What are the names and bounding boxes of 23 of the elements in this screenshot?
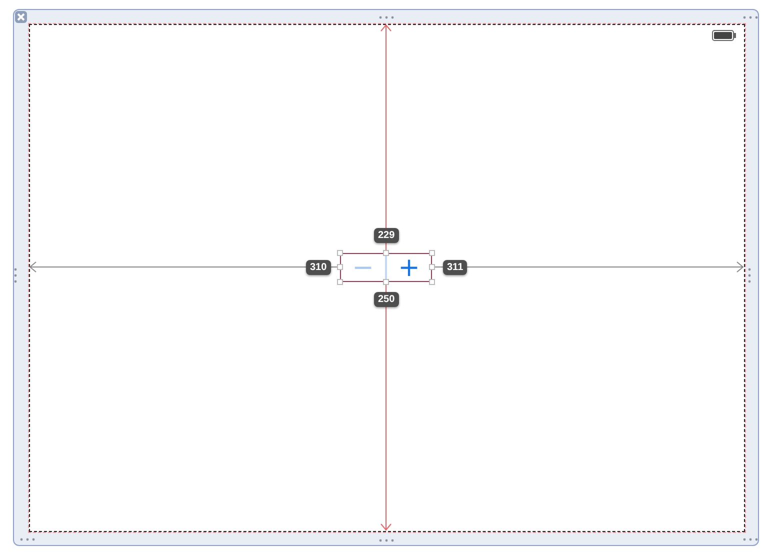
grip-icon[interactable] (14, 268, 17, 283)
battery-icon (712, 30, 736, 41)
resize-handle[interactable] (337, 264, 343, 270)
grip-icon[interactable] (743, 538, 758, 541)
grip-icon[interactable] (20, 538, 35, 541)
resize-handle[interactable] (383, 250, 389, 256)
grip-icon[interactable] (748, 268, 751, 283)
close-icon[interactable] (15, 11, 27, 23)
dimension-label: 310 (306, 260, 331, 275)
resize-handle[interactable] (429, 250, 435, 256)
grip-icon[interactable] (379, 16, 394, 19)
resize-handle[interactable] (383, 279, 389, 285)
resize-handle[interactable] (337, 250, 343, 256)
dimension-label: 250 (374, 292, 399, 307)
dimension-label: 229 (374, 228, 399, 243)
scene-frame[interactable]: − + 229 250 310 311 (13, 9, 759, 546)
dimension-label: 311 (443, 260, 468, 275)
grip-icon[interactable] (743, 16, 758, 19)
resize-handle[interactable] (429, 264, 435, 270)
increment-button[interactable]: + (387, 254, 431, 281)
grip-icon[interactable] (379, 539, 394, 542)
resize-handle[interactable] (337, 279, 343, 285)
resize-handle[interactable] (429, 279, 435, 285)
